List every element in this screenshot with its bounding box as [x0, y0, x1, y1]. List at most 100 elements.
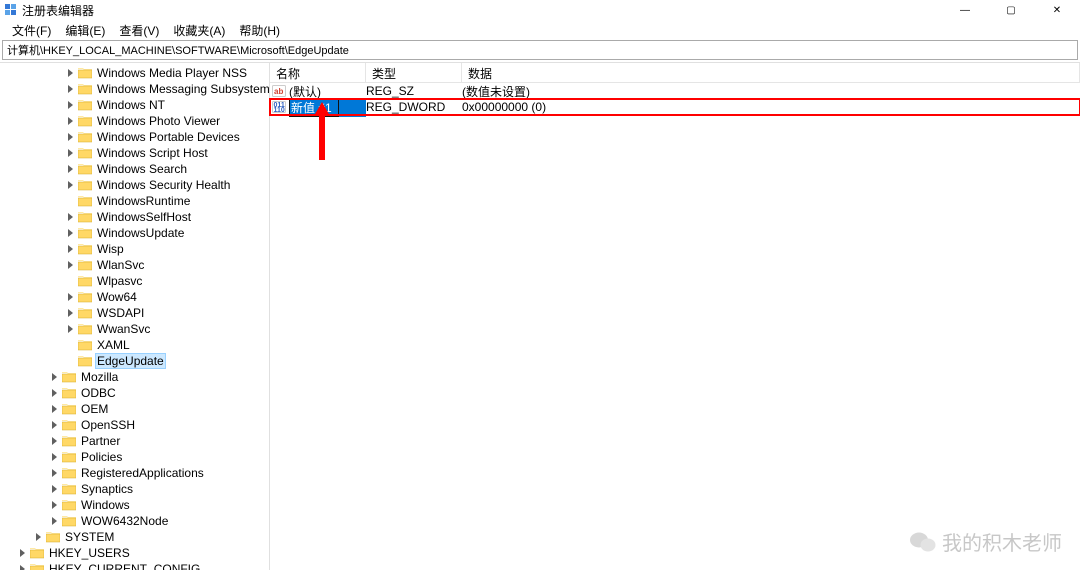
- expander-icon[interactable]: [48, 451, 60, 463]
- expander-icon[interactable]: [48, 483, 60, 495]
- expander-icon[interactable]: [64, 243, 76, 255]
- tree-item-label: ODBC: [79, 386, 118, 400]
- tree-item[interactable]: Wlpasvc: [0, 273, 269, 289]
- tree-item[interactable]: HKEY_USERS: [0, 545, 269, 561]
- folder-icon: [78, 291, 92, 303]
- tree-item[interactable]: Windows Photo Viewer: [0, 113, 269, 129]
- expander-icon[interactable]: [64, 307, 76, 319]
- menu-file[interactable]: 文件(F): [6, 20, 57, 41]
- menu-view[interactable]: 查看(V): [113, 20, 165, 41]
- value-name[interactable]: 新值 #1: [289, 98, 366, 117]
- folder-icon: [62, 499, 76, 511]
- tree-item[interactable]: Windows: [0, 497, 269, 513]
- expander-icon[interactable]: [64, 291, 76, 303]
- list-row[interactable]: ab(默认)REG_SZ(数值未设置): [270, 83, 1080, 99]
- folder-icon: [62, 451, 76, 463]
- column-name[interactable]: 名称: [270, 63, 366, 82]
- tree-item-label: WindowsSelfHost: [95, 210, 193, 224]
- folder-icon: [78, 131, 92, 143]
- tree-item-label: Windows Portable Devices: [95, 130, 242, 144]
- tree-item[interactable]: Wisp: [0, 241, 269, 257]
- expander-icon[interactable]: [16, 563, 28, 570]
- tree-item[interactable]: SYSTEM: [0, 529, 269, 545]
- folder-icon: [78, 179, 92, 191]
- folder-icon: [62, 403, 76, 415]
- tree-item[interactable]: WlanSvc: [0, 257, 269, 273]
- tree-item[interactable]: Windows Messaging Subsystem: [0, 81, 269, 97]
- tree-item[interactable]: Windows Portable Devices: [0, 129, 269, 145]
- expander-icon[interactable]: [48, 371, 60, 383]
- expander-icon[interactable]: [48, 467, 60, 479]
- tree-item-label: Windows Script Host: [95, 146, 210, 160]
- tree-item[interactable]: Wow64: [0, 289, 269, 305]
- expander-icon[interactable]: [64, 227, 76, 239]
- tree-item[interactable]: Mozilla: [0, 369, 269, 385]
- address-bar[interactable]: 计算机\HKEY_LOCAL_MACHINE\SOFTWARE\Microsof…: [2, 40, 1078, 60]
- expander-icon[interactable]: [48, 387, 60, 399]
- expander-icon[interactable]: [64, 147, 76, 159]
- expander-icon[interactable]: [64, 115, 76, 127]
- tree-item[interactable]: Windows Search: [0, 161, 269, 177]
- expander-icon[interactable]: [48, 515, 60, 527]
- tree-item[interactable]: XAML: [0, 337, 269, 353]
- tree-item[interactable]: Windows NT: [0, 97, 269, 113]
- tree-item-label: Mozilla: [79, 370, 120, 384]
- value-type: REG_SZ: [366, 84, 462, 98]
- tree-item[interactable]: WOW6432Node: [0, 513, 269, 529]
- expander-icon[interactable]: [64, 99, 76, 111]
- tree-item[interactable]: OpenSSH: [0, 417, 269, 433]
- tree-item[interactable]: RegisteredApplications: [0, 465, 269, 481]
- list-body[interactable]: ab(默认)REG_SZ(数值未设置)011110新值 #1REG_DWORD0…: [270, 83, 1080, 570]
- expander-icon[interactable]: [64, 131, 76, 143]
- tree-item-label: WindowsUpdate: [95, 226, 186, 240]
- tree-panel[interactable]: Windows Media Player NSSWindows Messagin…: [0, 63, 270, 570]
- expander-icon[interactable]: [64, 83, 76, 95]
- folder-icon: [46, 531, 60, 543]
- expander-icon[interactable]: [64, 67, 76, 79]
- expander-icon[interactable]: [64, 323, 76, 335]
- tree-item[interactable]: OEM: [0, 401, 269, 417]
- menu-help[interactable]: 帮助(H): [233, 20, 286, 41]
- menu-favorites[interactable]: 收藏夹(A): [167, 20, 231, 41]
- expander-icon[interactable]: [32, 531, 44, 543]
- tree-item-label: Windows: [79, 498, 132, 512]
- maximize-button[interactable]: ▢: [988, 0, 1034, 20]
- close-button[interactable]: ✕: [1034, 0, 1080, 20]
- minimize-button[interactable]: —: [942, 0, 988, 20]
- folder-icon: [78, 307, 92, 319]
- column-data[interactable]: 数据: [462, 63, 1080, 82]
- tree-item[interactable]: WindowsUpdate: [0, 225, 269, 241]
- tree-item[interactable]: WSDAPI: [0, 305, 269, 321]
- tree-item[interactable]: ODBC: [0, 385, 269, 401]
- column-type[interactable]: 类型: [366, 63, 462, 82]
- expander-icon[interactable]: [64, 163, 76, 175]
- folder-icon: [78, 211, 92, 223]
- folder-icon: [78, 275, 92, 287]
- expander-icon[interactable]: [48, 435, 60, 447]
- list-header: 名称 类型 数据: [270, 63, 1080, 83]
- expander-icon[interactable]: [48, 403, 60, 415]
- tree-item[interactable]: Policies: [0, 449, 269, 465]
- tree-item[interactable]: Windows Script Host: [0, 145, 269, 161]
- tree-item[interactable]: HKEY_CURRENT_CONFIG: [0, 561, 269, 570]
- tree-item[interactable]: WindowsSelfHost: [0, 209, 269, 225]
- tree-item[interactable]: Partner: [0, 433, 269, 449]
- tree-item-label: Wow64: [95, 290, 139, 304]
- value-type: REG_DWORD: [366, 100, 462, 114]
- value-name-edit[interactable]: 新值 #1: [289, 98, 339, 117]
- tree-item[interactable]: EdgeUpdate: [0, 353, 269, 369]
- tree-item[interactable]: WwanSvc: [0, 321, 269, 337]
- expander-icon[interactable]: [64, 179, 76, 191]
- list-row[interactable]: 011110新值 #1REG_DWORD0x00000000 (0): [270, 99, 1080, 115]
- tree-item-label: Windows Media Player NSS: [95, 66, 249, 80]
- expander-icon[interactable]: [16, 547, 28, 559]
- tree-item[interactable]: Synaptics: [0, 481, 269, 497]
- tree-item[interactable]: Windows Security Health: [0, 177, 269, 193]
- menu-edit[interactable]: 编辑(E): [59, 20, 111, 41]
- tree-item[interactable]: Windows Media Player NSS: [0, 65, 269, 81]
- tree-item[interactable]: WindowsRuntime: [0, 193, 269, 209]
- expander-icon[interactable]: [48, 499, 60, 511]
- expander-icon[interactable]: [48, 419, 60, 431]
- expander-icon[interactable]: [64, 259, 76, 271]
- expander-icon[interactable]: [64, 211, 76, 223]
